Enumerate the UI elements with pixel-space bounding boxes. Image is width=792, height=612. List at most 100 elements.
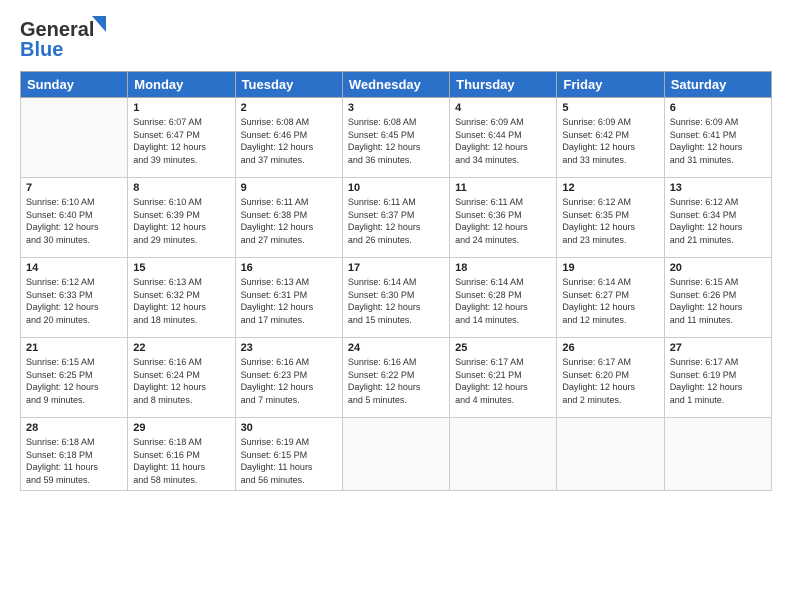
day-number: 1 xyxy=(133,102,229,114)
calendar-cell xyxy=(557,418,664,491)
col-header-thursday: Thursday xyxy=(450,72,557,98)
day-number: 29 xyxy=(133,422,229,434)
col-header-sunday: Sunday xyxy=(21,72,128,98)
calendar-cell: 21 Sunrise: 6:15 AM Sunset: 6:25 PM Dayli… xyxy=(21,338,128,418)
day-info: Sunrise: 6:15 AM Sunset: 6:25 PM Dayligh… xyxy=(26,356,122,406)
day-number: 21 xyxy=(26,342,122,354)
calendar-cell: 2Sunrise: 6:08 AM Sunset: 6:46 PM Daylig… xyxy=(235,98,342,178)
day-info: Sunrise: 6:18 AM Sunset: 6:16 PM Dayligh… xyxy=(133,436,229,486)
day-number: 30 xyxy=(241,422,337,434)
day-number: 27 xyxy=(670,342,766,354)
day-info: Sunrise: 6:11 AM Sunset: 6:36 PM Dayligh… xyxy=(455,196,551,246)
day-number: 15 xyxy=(133,262,229,274)
calendar-cell: 18Sunrise: 6:14 AM Sunset: 6:28 PM Dayli… xyxy=(450,258,557,338)
day-info: Sunrise: 6:13 AM Sunset: 6:31 PM Dayligh… xyxy=(241,276,337,326)
page: GeneralBlue SundayMondayTuesdayWednesday… xyxy=(0,0,792,612)
day-number: 14 xyxy=(26,262,122,274)
calendar-cell: 12 Sunrise: 6:12 AM Sunset: 6:35 PM Dayli… xyxy=(557,178,664,258)
calendar-cell: 23 Sunrise: 6:16 AM Sunset: 6:23 PM Dayli… xyxy=(235,338,342,418)
day-info: Sunrise: 6:09 AM Sunset: 6:42 PM Dayligh… xyxy=(562,116,658,166)
calendar: SundayMondayTuesdayWednesdayThursdayFrid… xyxy=(20,71,772,491)
day-info: Sunrise: 6:07 AM Sunset: 6:47 PM Dayligh… xyxy=(133,116,229,166)
week-row-3: 14 Sunrise: 6:12 AM Sunset: 6:33 PM Dayli… xyxy=(21,258,772,338)
calendar-cell xyxy=(342,418,449,491)
day-number: 8 xyxy=(133,182,229,194)
calendar-cell: 17 Sunrise: 6:14 AM Sunset: 6:30 PM Dayli… xyxy=(342,258,449,338)
week-row-4: 21 Sunrise: 6:15 AM Sunset: 6:25 PM Dayli… xyxy=(21,338,772,418)
calendar-cell: 1 Sunrise: 6:07 AM Sunset: 6:47 PM Daylig… xyxy=(128,98,235,178)
day-number: 16 xyxy=(241,262,337,274)
day-number: 17 xyxy=(348,262,444,274)
calendar-cell: 30 Sunrise: 6:19 AM Sunset: 6:15 PM Dayli… xyxy=(235,418,342,491)
day-info: Sunrise: 6:11 AM Sunset: 6:37 PM Dayligh… xyxy=(348,196,444,246)
calendar-cell xyxy=(21,98,128,178)
calendar-cell: 3 Sunrise: 6:08 AM Sunset: 6:45 PM Daylig… xyxy=(342,98,449,178)
calendar-cell: 26Sunrise: 6:17 AM Sunset: 6:20 PM Dayli… xyxy=(557,338,664,418)
calendar-cell: 7 Sunrise: 6:10 AM Sunset: 6:40 PM Daylig… xyxy=(21,178,128,258)
logo: GeneralBlue xyxy=(20,16,110,61)
calendar-cell: 6Sunrise: 6:09 AM Sunset: 6:41 PM Daylig… xyxy=(664,98,771,178)
day-number: 20 xyxy=(670,262,766,274)
day-info: Sunrise: 6:08 AM Sunset: 6:46 PM Dayligh… xyxy=(241,116,337,166)
day-number: 5 xyxy=(562,102,658,114)
col-header-saturday: Saturday xyxy=(664,72,771,98)
day-number: 7 xyxy=(26,182,122,194)
logo-svg: GeneralBlue xyxy=(20,16,110,61)
day-info: Sunrise: 6:12 AM Sunset: 6:33 PM Dayligh… xyxy=(26,276,122,326)
calendar-cell: 22 Sunrise: 6:16 AM Sunset: 6:24 PM Dayli… xyxy=(128,338,235,418)
calendar-cell: 14 Sunrise: 6:12 AM Sunset: 6:33 PM Dayli… xyxy=(21,258,128,338)
day-number: 3 xyxy=(348,102,444,114)
day-info: Sunrise: 6:16 AM Sunset: 6:23 PM Dayligh… xyxy=(241,356,337,406)
day-info: Sunrise: 6:17 AM Sunset: 6:21 PM Dayligh… xyxy=(455,356,551,406)
calendar-cell: 28 Sunrise: 6:18 AM Sunset: 6:18 PM Dayli… xyxy=(21,418,128,491)
week-row-2: 7 Sunrise: 6:10 AM Sunset: 6:40 PM Daylig… xyxy=(21,178,772,258)
day-number: 6 xyxy=(670,102,766,114)
day-info: Sunrise: 6:10 AM Sunset: 6:39 PM Dayligh… xyxy=(133,196,229,246)
col-header-monday: Monday xyxy=(128,72,235,98)
day-info: Sunrise: 6:16 AM Sunset: 6:24 PM Dayligh… xyxy=(133,356,229,406)
day-number: 12 xyxy=(562,182,658,194)
day-number: 10 xyxy=(348,182,444,194)
calendar-cell xyxy=(450,418,557,491)
day-info: Sunrise: 6:09 AM Sunset: 6:44 PM Dayligh… xyxy=(455,116,551,166)
week-row-1: 1 Sunrise: 6:07 AM Sunset: 6:47 PM Daylig… xyxy=(21,98,772,178)
calendar-cell: 27 Sunrise: 6:17 AM Sunset: 6:19 PM Dayli… xyxy=(664,338,771,418)
header: GeneralBlue xyxy=(20,16,772,61)
day-number: 13 xyxy=(670,182,766,194)
svg-text:General: General xyxy=(20,19,94,41)
day-number: 11 xyxy=(455,182,551,194)
day-number: 22 xyxy=(133,342,229,354)
calendar-cell: 16 Sunrise: 6:13 AM Sunset: 6:31 PM Dayli… xyxy=(235,258,342,338)
day-info: Sunrise: 6:14 AM Sunset: 6:27 PM Dayligh… xyxy=(562,276,658,326)
day-info: Sunrise: 6:12 AM Sunset: 6:35 PM Dayligh… xyxy=(562,196,658,246)
calendar-cell: 29 Sunrise: 6:18 AM Sunset: 6:16 PM Dayli… xyxy=(128,418,235,491)
day-info: Sunrise: 6:08 AM Sunset: 6:45 PM Dayligh… xyxy=(348,116,444,166)
day-info: Sunrise: 6:15 AM Sunset: 6:26 PM Dayligh… xyxy=(670,276,766,326)
week-row-5: 28 Sunrise: 6:18 AM Sunset: 6:18 PM Dayli… xyxy=(21,418,772,491)
calendar-cell: 25Sunrise: 6:17 AM Sunset: 6:21 PM Dayli… xyxy=(450,338,557,418)
day-number: 4 xyxy=(455,102,551,114)
col-header-friday: Friday xyxy=(557,72,664,98)
calendar-cell: 4 Sunrise: 6:09 AM Sunset: 6:44 PM Daylig… xyxy=(450,98,557,178)
day-info: Sunrise: 6:19 AM Sunset: 6:15 PM Dayligh… xyxy=(241,436,337,486)
calendar-cell: 19 Sunrise: 6:14 AM Sunset: 6:27 PM Dayli… xyxy=(557,258,664,338)
day-info: Sunrise: 6:14 AM Sunset: 6:30 PM Dayligh… xyxy=(348,276,444,326)
calendar-cell: 20 Sunrise: 6:15 AM Sunset: 6:26 PM Dayli… xyxy=(664,258,771,338)
col-header-tuesday: Tuesday xyxy=(235,72,342,98)
calendar-header-row: SundayMondayTuesdayWednesdayThursdayFrid… xyxy=(21,72,772,98)
day-info: Sunrise: 6:10 AM Sunset: 6:40 PM Dayligh… xyxy=(26,196,122,246)
calendar-cell: 5 Sunrise: 6:09 AM Sunset: 6:42 PM Daylig… xyxy=(557,98,664,178)
calendar-cell: 9 Sunrise: 6:11 AM Sunset: 6:38 PM Daylig… xyxy=(235,178,342,258)
day-info: Sunrise: 6:13 AM Sunset: 6:32 PM Dayligh… xyxy=(133,276,229,326)
day-info: Sunrise: 6:17 AM Sunset: 6:19 PM Dayligh… xyxy=(670,356,766,406)
day-info: Sunrise: 6:18 AM Sunset: 6:18 PM Dayligh… xyxy=(26,436,122,486)
calendar-cell: 13Sunrise: 6:12 AM Sunset: 6:34 PM Dayli… xyxy=(664,178,771,258)
day-number: 19 xyxy=(562,262,658,274)
calendar-cell: 11 Sunrise: 6:11 AM Sunset: 6:36 PM Dayli… xyxy=(450,178,557,258)
day-info: Sunrise: 6:11 AM Sunset: 6:38 PM Dayligh… xyxy=(241,196,337,246)
day-number: 23 xyxy=(241,342,337,354)
day-number: 26 xyxy=(562,342,658,354)
day-number: 9 xyxy=(241,182,337,194)
day-number: 18 xyxy=(455,262,551,274)
day-number: 28 xyxy=(26,422,122,434)
